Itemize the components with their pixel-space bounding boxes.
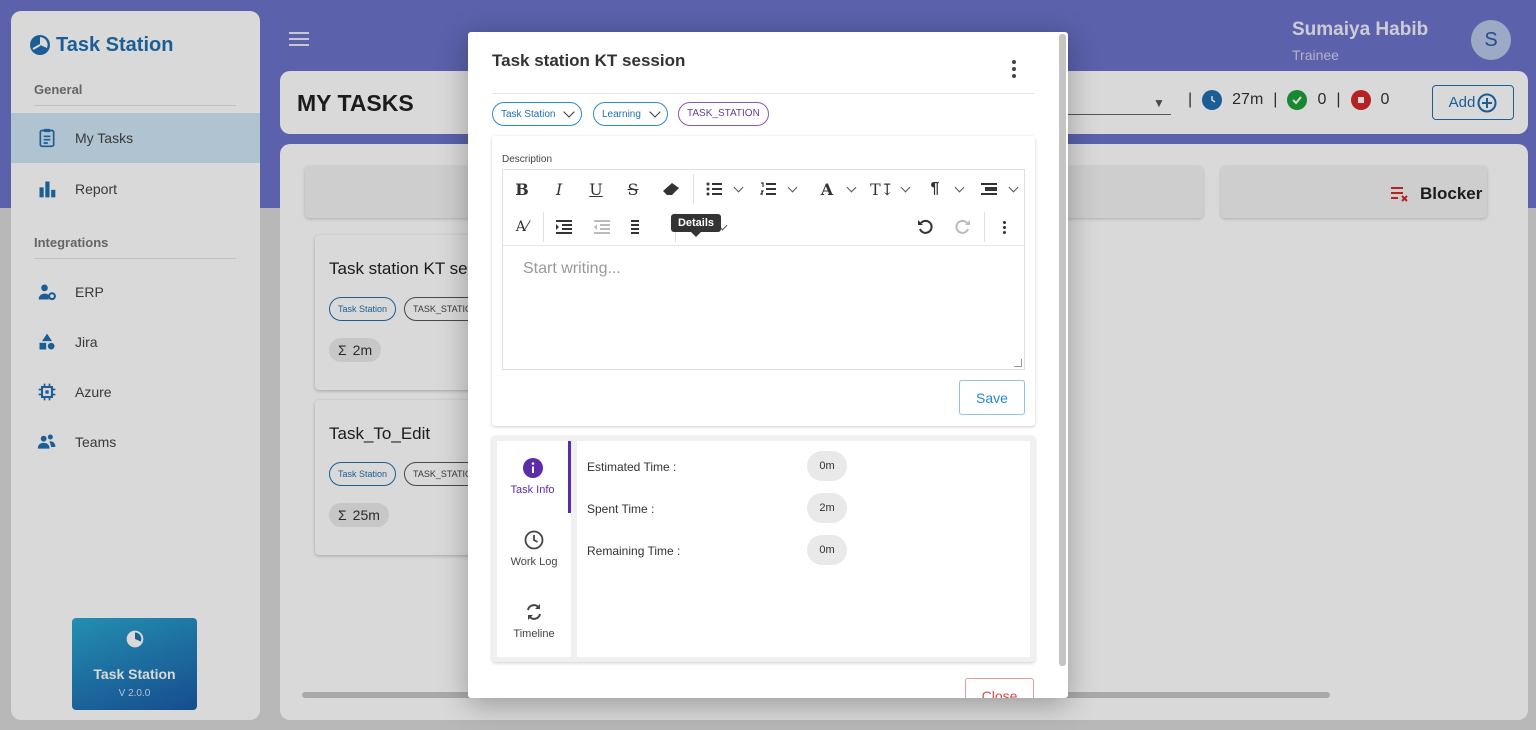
chevron-down-icon	[649, 106, 661, 118]
dialog-title: Task station KT session	[492, 51, 686, 70]
chevron-down-icon[interactable]	[733, 182, 744, 193]
details-tooltip: Details	[671, 214, 721, 237]
align-icon[interactable]	[980, 178, 998, 200]
sync-icon	[527, 604, 541, 620]
spellcheck-icon[interactable]: A⁄	[513, 216, 531, 238]
close-button[interactable]: Close	[965, 678, 1034, 698]
task-tag-chip[interactable]: TASK_STATION	[678, 102, 769, 126]
strikethrough-icon[interactable]: S	[624, 178, 642, 200]
remaining-time-value: 0m	[807, 535, 847, 565]
chevron-down-icon[interactable]	[954, 182, 965, 193]
rich-text-editor: B I U S A T↧ ¶ A⁄ Details Start writing.…	[502, 169, 1025, 370]
chevron-down-icon[interactable]	[846, 182, 857, 193]
toolbar-row: A⁄	[503, 208, 1024, 246]
chevron-down-icon	[563, 106, 576, 118]
resize-handle-icon[interactable]	[1014, 359, 1022, 367]
editor-content[interactable]: Start writing...	[523, 260, 621, 278]
details-icon[interactable]	[629, 216, 641, 238]
task-detail-dialog: Task station KT session Task Station Lea…	[468, 32, 1068, 698]
project-select[interactable]: Task Station	[492, 102, 583, 126]
save-button[interactable]: Save	[959, 380, 1025, 415]
undo-icon[interactable]	[915, 216, 935, 238]
indent-icon[interactable]	[555, 216, 573, 238]
redo-icon[interactable]	[953, 216, 973, 238]
paragraph-icon[interactable]: ¶	[926, 178, 944, 200]
clock-icon	[524, 530, 544, 550]
spent-time-value: 2m	[807, 493, 847, 523]
description-label: Description	[502, 154, 553, 165]
tab-timeline[interactable]: Timeline	[497, 585, 571, 657]
italic-icon[interactable]: I	[550, 178, 568, 200]
category-select[interactable]: Learning	[593, 102, 668, 126]
tab-work-log[interactable]: Work Log	[497, 513, 571, 585]
underline-icon[interactable]: U	[587, 178, 605, 200]
estimated-time-label: Estimated Time :	[587, 460, 677, 474]
vertical-scrollbar[interactable]	[1059, 34, 1066, 666]
numbered-list-icon[interactable]	[759, 178, 777, 200]
task-info-panel: Estimated Time : 0m Spent Time : 2m Rema…	[577, 441, 1030, 657]
bold-icon[interactable]: B	[513, 178, 531, 200]
spent-time-label: Spent Time :	[587, 502, 655, 516]
tab-task-info[interactable]: Task Info	[497, 441, 571, 513]
outdent-icon[interactable]	[593, 216, 611, 238]
toolbar-row: B I U S A T↧ ¶	[503, 170, 1024, 208]
eraser-icon[interactable]	[661, 178, 681, 200]
info-tabs: Task Info Work Log Timeline	[497, 441, 571, 657]
estimated-time-value: 0m	[807, 451, 847, 481]
chevron-down-icon[interactable]	[900, 182, 911, 193]
info-icon	[522, 458, 543, 478]
divider	[492, 93, 1035, 94]
task-info-card: Task Info Work Log Timeline Estimated Ti…	[492, 436, 1035, 662]
more-toolbar-icon[interactable]	[998, 216, 1010, 238]
bullet-list-icon[interactable]	[705, 178, 723, 200]
font-color-icon[interactable]: A	[818, 178, 836, 200]
description-card: Description B I U S A T↧ ¶ A⁄ Details St…	[492, 136, 1035, 426]
more-options-icon[interactable]	[1008, 60, 1020, 80]
chevron-down-icon[interactable]	[1008, 182, 1019, 193]
chevron-down-icon[interactable]	[787, 182, 798, 193]
text-size-icon[interactable]: T↧	[870, 178, 894, 200]
remaining-time-label: Remaining Time :	[587, 544, 681, 558]
